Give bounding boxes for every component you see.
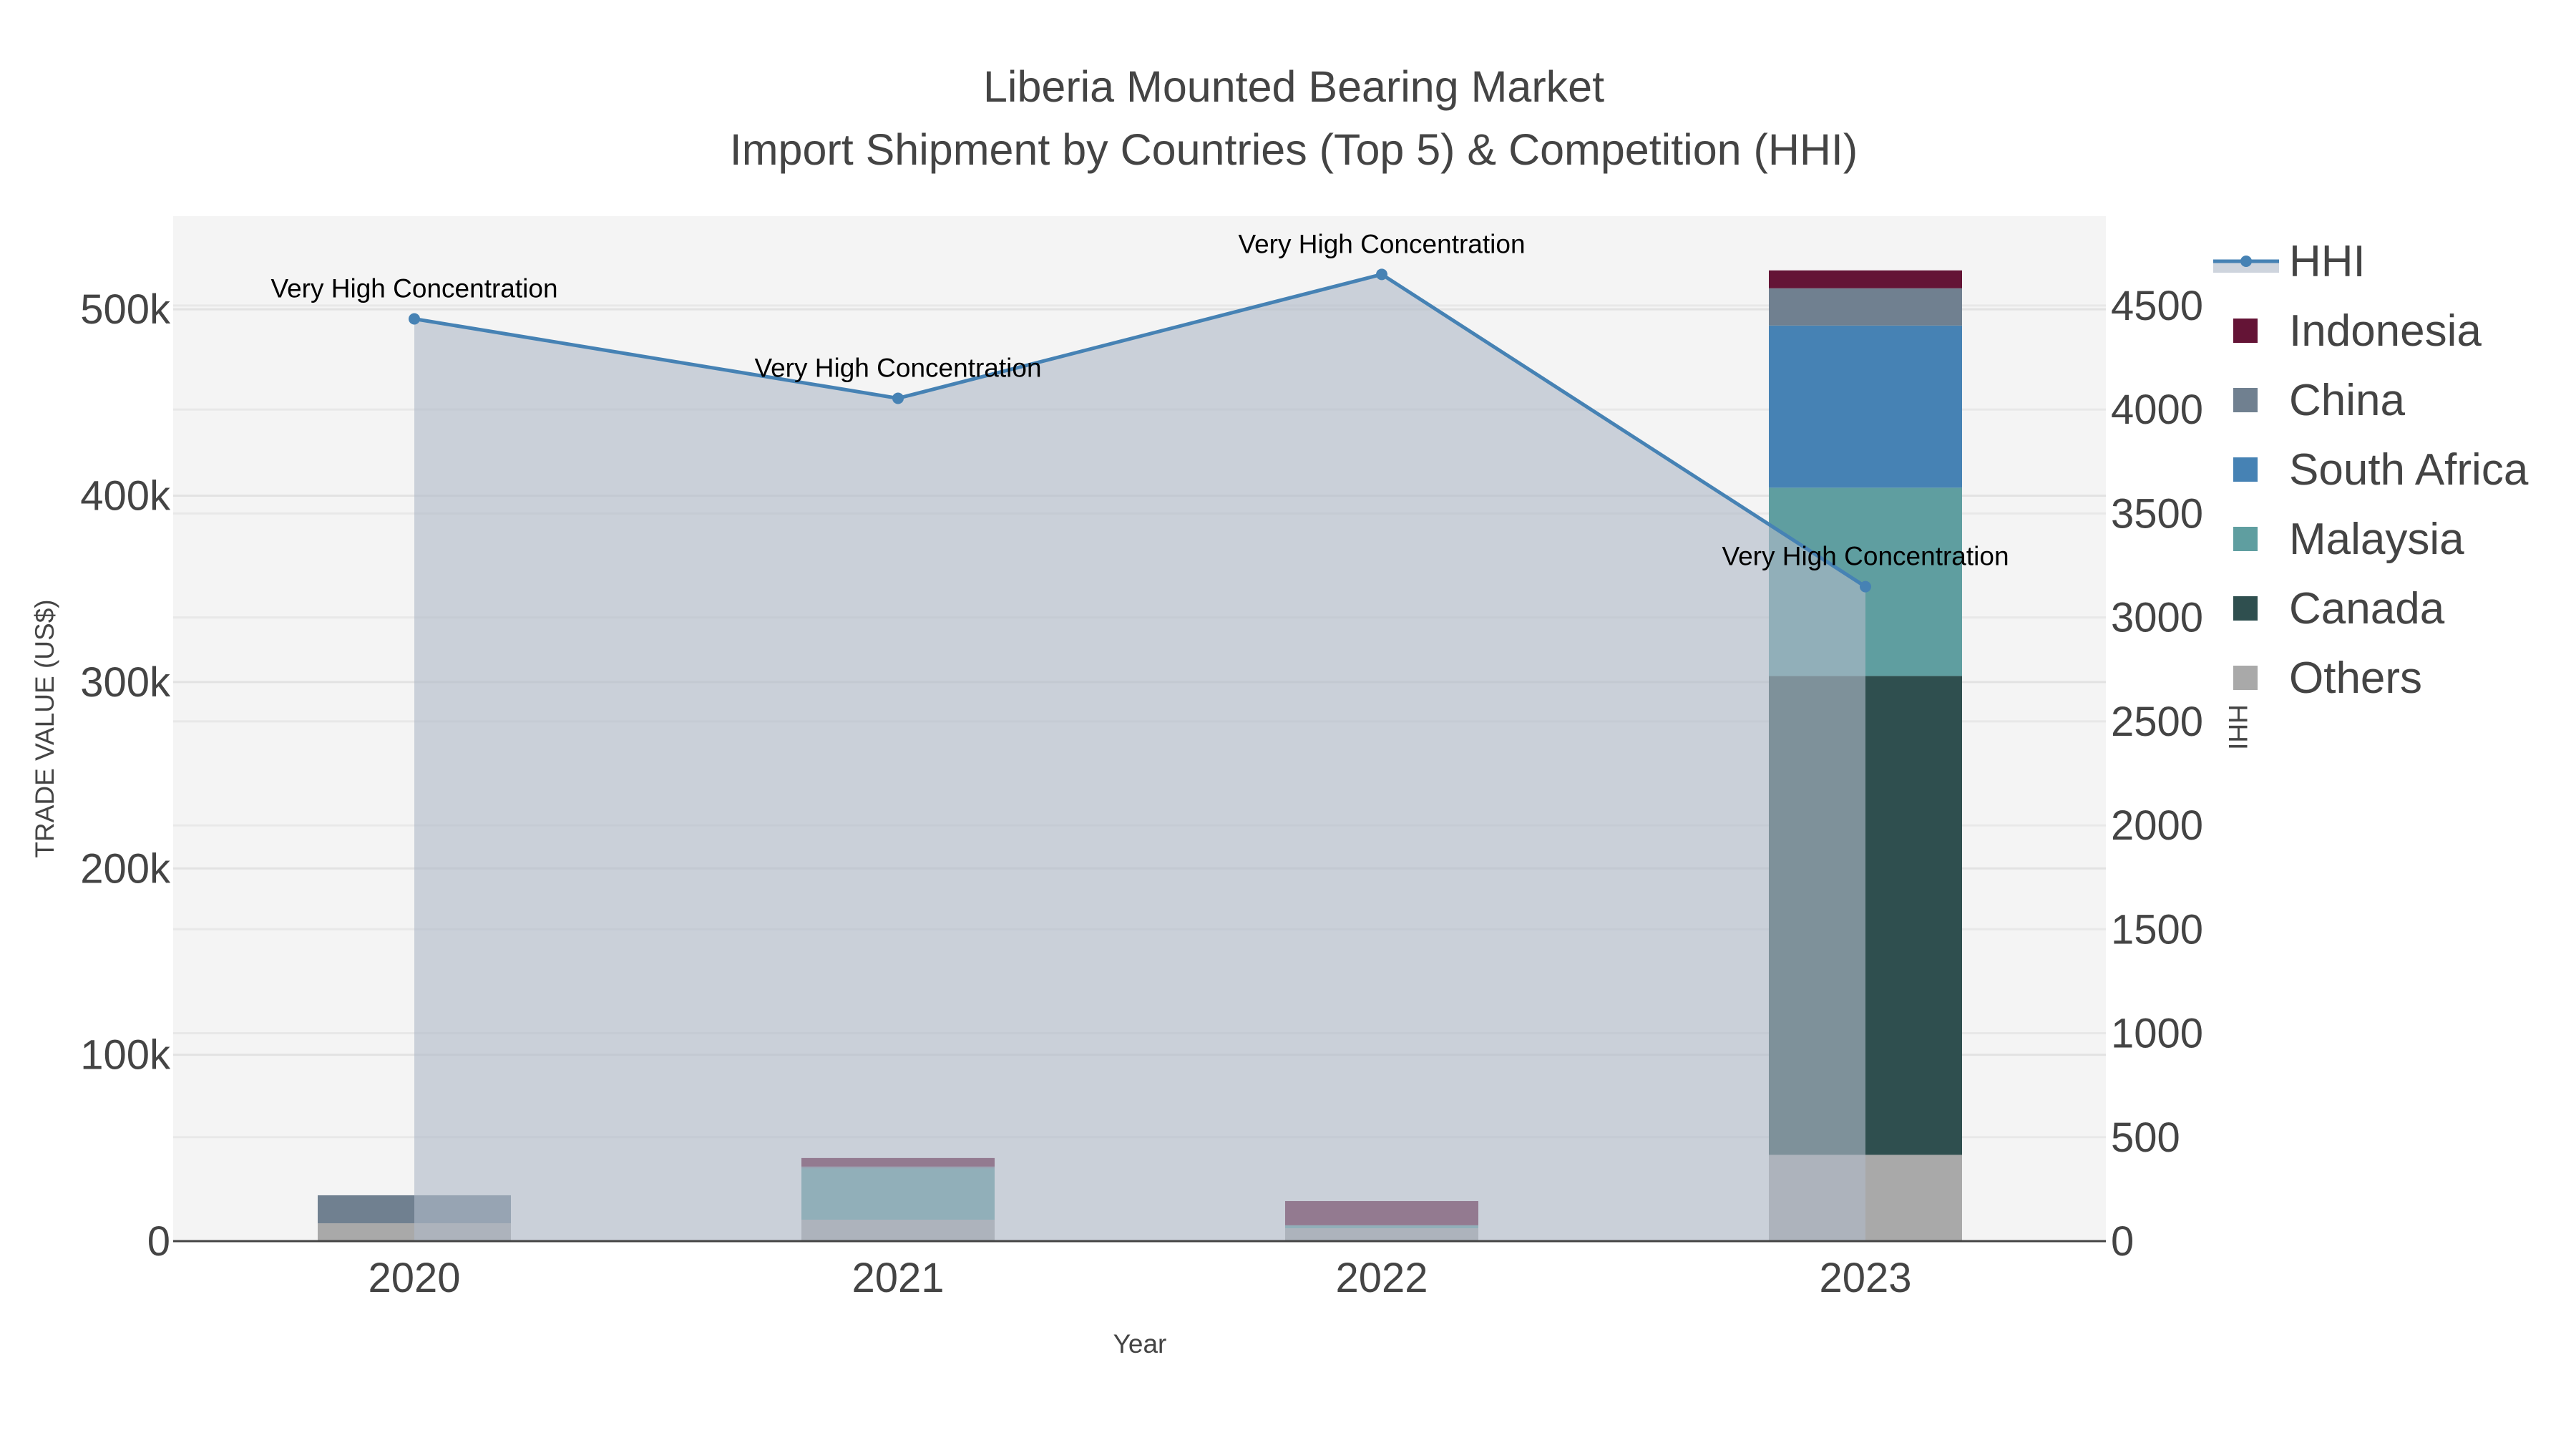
y2-tick-label: 0 [2111, 1218, 2134, 1265]
legend-label: HHI [2289, 237, 2366, 286]
legend-swatch-canada [2233, 596, 2258, 621]
y2-axis-title: HHI [2223, 704, 2253, 750]
hhi-annotation: Very High Concentration [1722, 542, 2009, 571]
y2-tick-label: 4500 [2111, 283, 2203, 329]
y2-tick-label: 3000 [2111, 595, 2203, 641]
legend-label: Canada [2289, 584, 2445, 633]
bar-south-africa-2023 [1769, 325, 1962, 488]
legend-label: South Africa [2289, 445, 2529, 495]
hhi-annotation: Very High Concentration [754, 353, 1041, 382]
chart-title: Liberia Mounted Bearing Market [983, 62, 1604, 111]
y-tick-label: 0 [147, 1218, 170, 1265]
hhi-point-2021 [892, 392, 904, 404]
hhi-annotation: Very High Concentration [1238, 229, 1525, 258]
y-tick-label: 500k [80, 286, 171, 333]
x-tick-label: 2020 [368, 1255, 460, 1301]
hhi-point-2023 [1860, 580, 1871, 593]
hhi-point-2022 [1376, 268, 1387, 281]
y2-tick-label: 2000 [2111, 802, 2203, 849]
legend-label: Malaysia [2289, 515, 2464, 564]
legend-swatch-others [2233, 666, 2258, 690]
y-tick-label: 100k [80, 1032, 171, 1079]
legend-label: China [2289, 376, 2406, 425]
legend-swatch-indonesia [2233, 319, 2258, 343]
hhi-annotation: Very High Concentration [270, 273, 557, 303]
y2-tick-label: 2500 [2111, 699, 2203, 745]
y-axis-title: TRADE VALUE (US$) [30, 599, 59, 857]
y2-tick-label: 4000 [2111, 387, 2203, 433]
x-tick-label: 2023 [1819, 1255, 1911, 1301]
y-tick-label: 300k [80, 659, 171, 706]
y2-tick-label: 3500 [2111, 490, 2203, 537]
bar-indonesia-2023 [1769, 270, 1962, 288]
x-tick-label: 2021 [852, 1255, 944, 1301]
x-tick-label: 2022 [1335, 1255, 1428, 1301]
x-axis-title: Year [1113, 1329, 1167, 1359]
chart-subtitle: Import Shipment by Countries (Top 5) & C… [730, 125, 1858, 174]
legend-swatch-south-africa [2233, 457, 2258, 482]
y2-tick-label: 500 [2111, 1114, 2180, 1161]
y-tick-label: 200k [80, 845, 171, 892]
legend-label: Others [2289, 653, 2422, 703]
legend-hhi-marker [2240, 256, 2252, 267]
legend-swatch-malaysia [2233, 527, 2258, 551]
legend-swatch-china [2233, 388, 2258, 412]
hhi-point-2020 [409, 313, 420, 325]
chart: Liberia Mounted Bearing Market Import Sh… [30, 62, 2529, 1359]
y2-tick-label: 1000 [2111, 1011, 2203, 1057]
y-tick-label: 400k [80, 473, 171, 520]
y2-tick-label: 1500 [2111, 906, 2203, 953]
bar-china-2023 [1769, 288, 1962, 326]
legend-label: Indonesia [2289, 306, 2482, 356]
